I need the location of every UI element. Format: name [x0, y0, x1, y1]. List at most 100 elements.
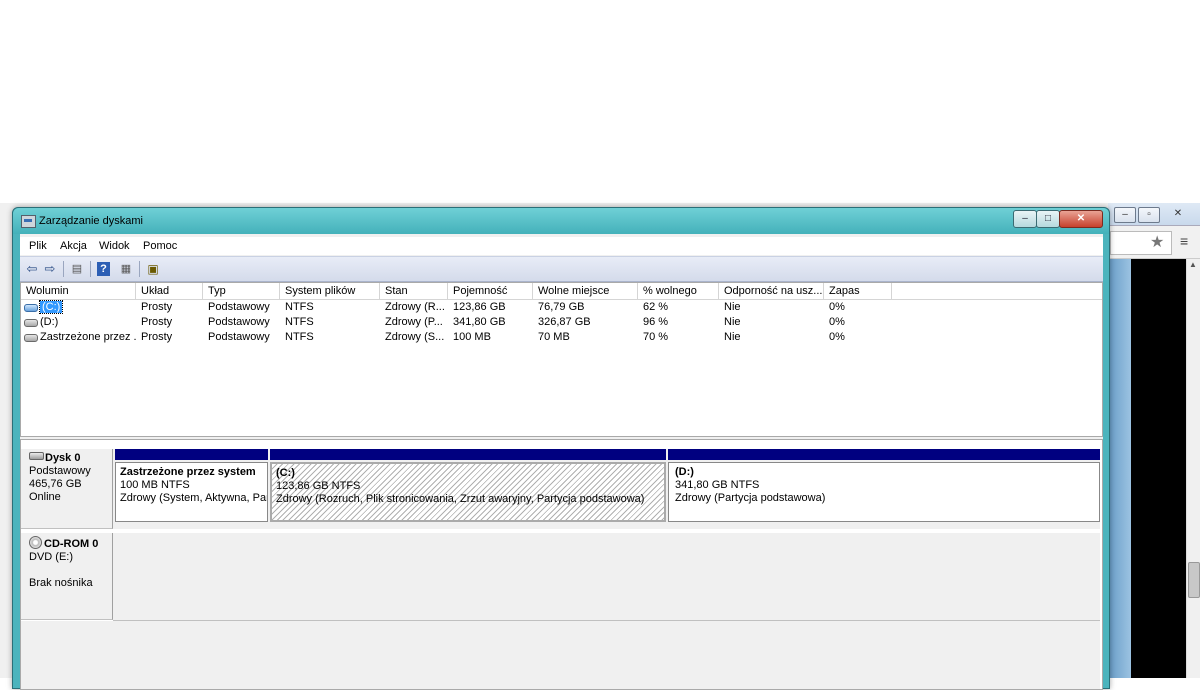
- browser-menu-icon[interactable]: ≡: [1180, 233, 1188, 249]
- background-close-button[interactable]: ✕: [1166, 207, 1190, 221]
- volume-pct-free: 96 %: [643, 316, 669, 328]
- partition-title: (C:): [276, 467, 295, 479]
- col-system-plikow[interactable]: System plików: [280, 283, 380, 299]
- partition-d[interactable]: (D:) 341,80 GB NTFS Zdrowy (Partycja pod…: [668, 449, 1100, 524]
- volume-pct-free: 70 %: [643, 331, 669, 343]
- help-icon[interactable]: ?: [97, 262, 110, 276]
- partition-size: 123,86 GB NTFS: [276, 480, 361, 492]
- partition-system-reserved[interactable]: Zastrzeżone przez system 100 MB NTFS Zdr…: [115, 449, 268, 524]
- hard-disk-icon: [29, 452, 44, 460]
- cd-rom-icon: [29, 536, 42, 549]
- background-scrollbar[interactable]: [1186, 259, 1200, 678]
- minimize-button[interactable]: –: [1013, 210, 1037, 228]
- disk-settings-icon[interactable]: ▣: [145, 261, 161, 277]
- partition-title: Zastrzeżone przez system: [120, 466, 256, 478]
- volume-fault-tolerance: Nie: [724, 316, 741, 328]
- properties-icon[interactable]: ▦: [118, 261, 134, 277]
- volume-overhead: 0%: [829, 301, 845, 313]
- col-stan[interactable]: Stan: [380, 283, 448, 299]
- partition-bar: [115, 449, 268, 460]
- partition-body: (D:) 341,80 GB NTFS Zdrowy (Partycja pod…: [668, 462, 1100, 522]
- background-maximize-button[interactable]: ▫: [1138, 207, 1160, 223]
- volume-fault-tolerance: Nie: [724, 301, 741, 313]
- disk-0-label[interactable]: Dysk 0 Podstawowy 465,76 GB Online: [21, 449, 113, 529]
- col-procent-wolnego[interactable]: % wolnego: [638, 283, 719, 299]
- disk-graphical-view: Dysk 0 Podstawowy 465,76 GB Online Zastr…: [20, 439, 1103, 690]
- table-row[interactable]: (C:) Prosty Podstawowy NTFS Zdrowy (R...…: [21, 300, 1102, 315]
- menu-widok[interactable]: Widok: [99, 240, 130, 252]
- volume-fault-tolerance: Nie: [724, 331, 741, 343]
- volume-fs: NTFS: [285, 316, 314, 328]
- cdrom-0-area[interactable]: [113, 533, 1100, 621]
- disk-management-window: Zarządzanie dyskami – □ ✕ Plik Akcja Wid…: [12, 207, 1110, 690]
- partition-status: Zdrowy (System, Aktywna, Par: [120, 492, 268, 504]
- window-title: Zarządzanie dyskami: [39, 215, 143, 227]
- toolbar: ⇦ ⇨ ▤ ? ▦ ▣: [20, 256, 1103, 282]
- volume-free: 326,87 GB: [538, 316, 591, 328]
- close-button[interactable]: ✕: [1059, 210, 1103, 228]
- col-wolne-miejsce[interactable]: Wolne miejsce: [533, 283, 638, 299]
- menu-akcja[interactable]: Akcja: [60, 240, 87, 252]
- volume-layout: Prosty: [141, 316, 173, 328]
- volume-type: Podstawowy: [208, 301, 270, 313]
- volume-type: Podstawowy: [208, 331, 270, 343]
- disk-0-partitions: Zastrzeżone przez system 100 MB NTFS Zdr…: [113, 449, 1100, 529]
- bookmark-star-icon[interactable]: ★: [1150, 232, 1164, 252]
- col-zapas[interactable]: Zapas: [824, 283, 892, 299]
- volume-free: 70 MB: [538, 331, 570, 343]
- volume-pct-free: 62 %: [643, 301, 669, 313]
- volume-list-header: Wolumin Układ Typ System plików Stan Poj…: [21, 283, 1102, 300]
- disk-size: 465,76 GB: [29, 478, 82, 490]
- partition-body-selected: (C:) 123,86 GB NTFS Zdrowy (Rozruch, Pli…: [270, 462, 666, 522]
- menu-pomoc[interactable]: Pomoc: [143, 240, 177, 252]
- partition-c[interactable]: (C:) 123,86 GB NTFS Zdrowy (Rozruch, Pli…: [270, 449, 666, 524]
- scroll-up-arrow-icon[interactable]: ▲: [1189, 260, 1197, 269]
- window-titlebar[interactable]: Zarządzanie dyskami – □ ✕: [13, 208, 1109, 234]
- forward-arrow-icon[interactable]: ⇨: [42, 261, 58, 277]
- volume-layout: Prosty: [141, 331, 173, 343]
- col-odpornosc[interactable]: Odporność na usz...: [719, 283, 824, 299]
- partition-bar: [270, 449, 666, 460]
- maximize-button[interactable]: □: [1036, 210, 1060, 228]
- disk-name: CD-ROM 0: [44, 538, 99, 550]
- toolbar-separator: [139, 261, 140, 277]
- partition-body: Zastrzeżone przez system 100 MB NTFS Zdr…: [115, 462, 268, 522]
- background-scrollbar-thumb[interactable]: [1188, 562, 1200, 598]
- col-pojemnosc[interactable]: Pojemność: [448, 283, 533, 299]
- partition-size: 341,80 GB NTFS: [675, 479, 760, 491]
- volume-name: (C:): [38, 300, 64, 314]
- partition-bar: [668, 449, 1100, 460]
- background-titlebar: – ▫ ✕: [1108, 203, 1200, 226]
- console-tree-icon[interactable]: ▤: [69, 261, 85, 277]
- disk-status: Brak nośnika: [29, 577, 93, 589]
- menu-plik[interactable]: Plik: [29, 240, 47, 252]
- window-client-area: Plik Akcja Widok Pomoc ⇦ ⇨ ▤ ? ▦ ▣ Wolum…: [20, 234, 1103, 690]
- volume-layout: Prosty: [141, 301, 173, 313]
- volume-name: (D:): [40, 316, 59, 328]
- volume-overhead: 0%: [829, 316, 845, 328]
- background-dark-content: [1131, 259, 1186, 678]
- toolbar-separator: [63, 261, 64, 277]
- disk-type: DVD (E:): [29, 551, 73, 563]
- background-content-strip: [1110, 259, 1131, 678]
- volume-list: Wolumin Układ Typ System plików Stan Poj…: [20, 282, 1103, 437]
- volume-type: Podstawowy: [208, 316, 270, 328]
- volume-fs: NTFS: [285, 301, 314, 313]
- volume-overhead: 0%: [829, 331, 845, 343]
- col-typ[interactable]: Typ: [203, 283, 280, 299]
- volume-status: Zdrowy (S...: [385, 331, 445, 343]
- volume-capacity: 100 MB: [453, 331, 491, 343]
- disk-name: Dysk 0: [45, 452, 81, 464]
- disk-type: Podstawowy: [29, 465, 91, 477]
- table-row[interactable]: (D:) Prosty Podstawowy NTFS Zdrowy (P...…: [21, 315, 1102, 330]
- volume-fs: NTFS: [285, 331, 314, 343]
- disk-status: Online: [29, 491, 61, 503]
- col-uklad[interactable]: Układ: [136, 283, 203, 299]
- toolbar-separator: [90, 261, 91, 277]
- table-row[interactable]: Zastrzeżone przez ... Prosty Podstawowy …: [21, 330, 1102, 345]
- back-arrow-icon[interactable]: ⇦: [24, 261, 40, 277]
- partition-status: Zdrowy (Partycja podstawowa): [675, 492, 826, 504]
- background-minimize-button[interactable]: –: [1114, 207, 1136, 223]
- cdrom-0-label[interactable]: CD-ROM 0 DVD (E:) Brak nośnika: [21, 533, 113, 620]
- col-wolumin[interactable]: Wolumin: [21, 283, 136, 299]
